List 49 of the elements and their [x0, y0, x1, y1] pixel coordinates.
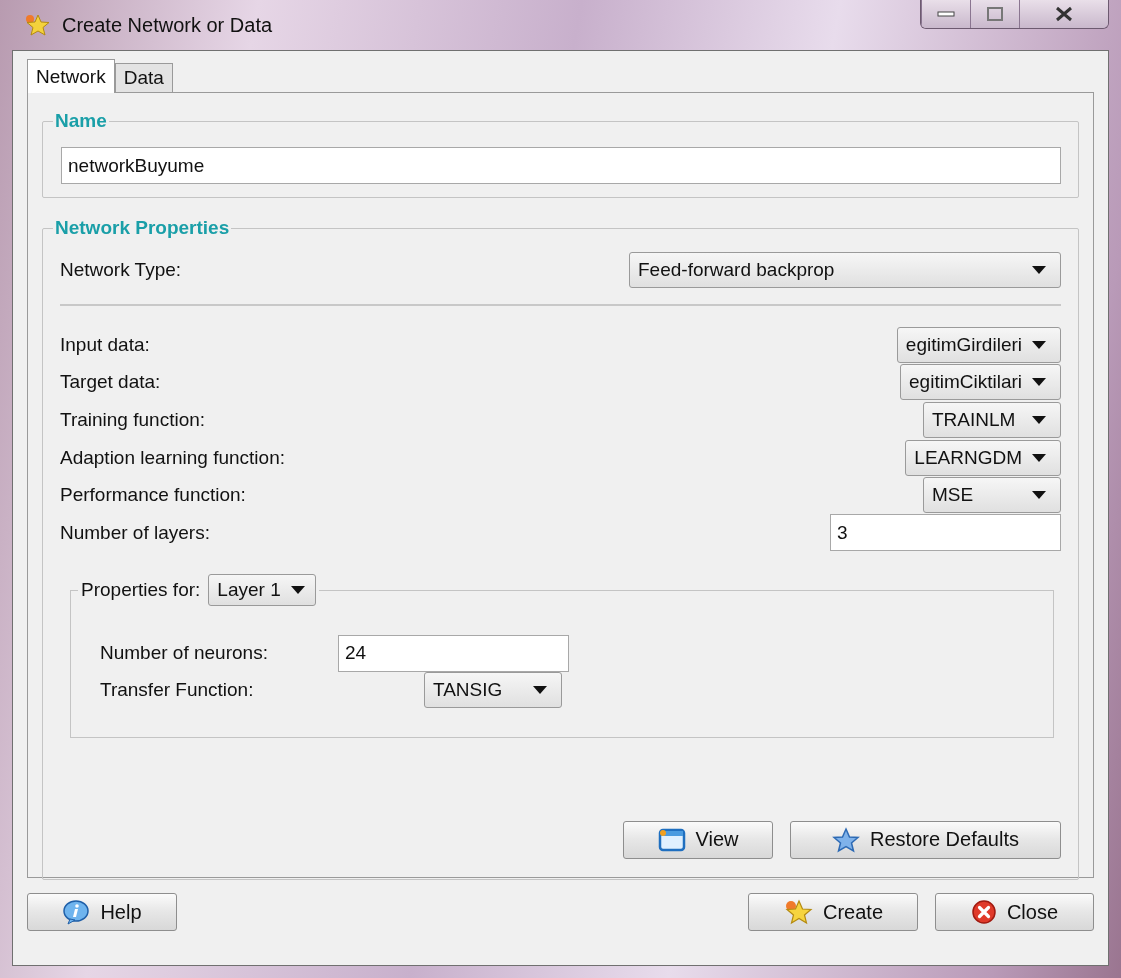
dropdown-arrow-icon	[1032, 491, 1046, 500]
dropdown[interactable]: MSE	[923, 477, 1061, 514]
field-label: Network Type:	[60, 259, 182, 281]
window-title: Create Network or Data	[62, 13, 273, 37]
dropdown-arrow-icon	[290, 585, 305, 594]
close-icon	[970, 899, 997, 925]
dropdown[interactable]: TRAINLM	[923, 402, 1061, 438]
field-label: Properties for:	[81, 578, 201, 601]
star-icon	[832, 826, 860, 853]
restore-defaults-button[interactable]: Restore Defaults	[790, 820, 1061, 859]
help-button[interactable]: Help	[27, 893, 177, 931]
dropdown[interactable]: Feed-forward backprop	[629, 252, 1061, 288]
field-label: Performance function:	[60, 484, 246, 507]
dropdown[interactable]: Layer 1	[208, 573, 316, 606]
view-button[interactable]: View	[623, 820, 773, 859]
maximize-button[interactable]	[970, 0, 1019, 28]
input-field[interactable]: networkBuyume	[61, 147, 1061, 184]
field-label: Number of layers:	[60, 521, 210, 544]
tab[interactable]: Network	[27, 59, 115, 93]
star-icon	[783, 899, 813, 925]
dropdown-arrow-icon	[533, 686, 547, 695]
window-icon	[657, 827, 686, 852]
field-label: Number of neurons:	[100, 642, 269, 665]
minimize-icon	[937, 10, 955, 18]
field-label: Training function:	[60, 409, 206, 431]
close-icon	[1054, 6, 1074, 22]
maximize-icon	[987, 7, 1003, 21]
star-icon	[24, 13, 50, 37]
tab[interactable]: Data	[114, 63, 173, 92]
dropdown-arrow-icon	[1032, 266, 1046, 274]
dropdown[interactable]: egitimGirdileri	[896, 326, 1061, 363]
create-button[interactable]: Create	[748, 893, 918, 931]
field-label: Target data:	[60, 371, 161, 394]
dropdown[interactable]: LEARNGDM	[905, 439, 1061, 476]
close-button[interactable]: Close	[935, 893, 1094, 931]
field-label: Adaption learning function:	[60, 446, 285, 469]
dropdown-arrow-icon	[1032, 340, 1046, 349]
dropdown-arrow-icon	[1032, 416, 1046, 424]
dropdown-arrow-icon	[1032, 453, 1046, 462]
input-field[interactable]: 24	[338, 634, 569, 672]
minimize-button[interactable]	[921, 0, 970, 28]
dropdown[interactable]: TANSIG	[424, 672, 562, 709]
field-label: Input data:	[60, 333, 150, 356]
field-label: Transfer Function:	[100, 679, 255, 702]
dropdown-arrow-icon	[1032, 378, 1046, 387]
close-button[interactable]	[1019, 0, 1108, 28]
dropdown[interactable]: egitimCiktilari	[900, 364, 1061, 401]
info-icon	[62, 899, 91, 925]
input-field[interactable]: 3	[830, 514, 1061, 552]
